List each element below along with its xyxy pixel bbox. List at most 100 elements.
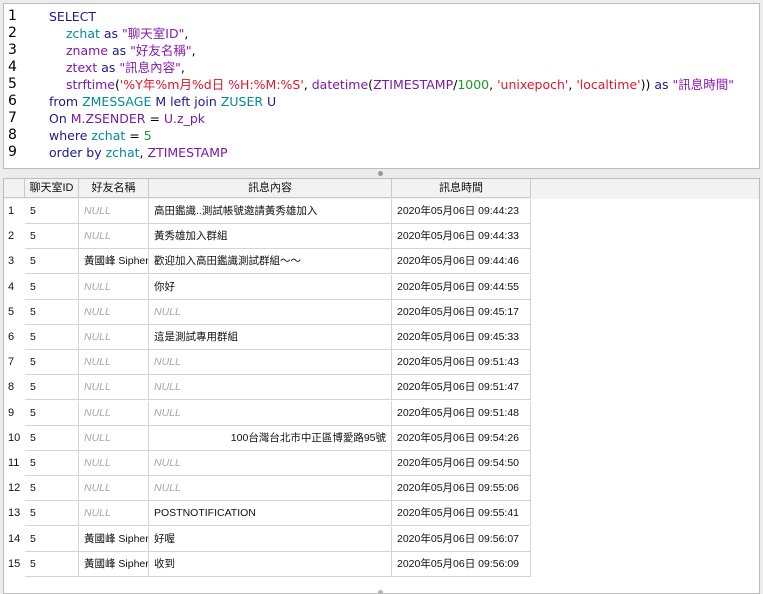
sql-token: zchat bbox=[66, 26, 100, 41]
sql-token: ZTIMESTAMP bbox=[147, 145, 228, 160]
cell-message-text[interactable]: NULL bbox=[149, 375, 392, 400]
row-number: 13 bbox=[8, 507, 21, 519]
cell-message-time[interactable]: 2020年05月06日 09:54:50 bbox=[392, 451, 531, 476]
cell-message-time[interactable]: 2020年05月06日 09:56:07 bbox=[392, 527, 531, 552]
result-grid[interactable]: 聊天室ID 好友名稱 訊息內容 訊息時間 1 5 NULL 高田鑑識..測試帳號邀請黃… bbox=[3, 178, 760, 594]
cell-friend-name[interactable]: NULL bbox=[79, 300, 149, 325]
sql-token: 1000 bbox=[457, 77, 490, 92]
cell-friend-name[interactable]: NULL bbox=[79, 350, 149, 375]
cell-message-text[interactable]: NULL bbox=[149, 451, 392, 476]
row-number: 5 bbox=[8, 306, 15, 318]
cell-friend-name[interactable]: 黃國峰 Sipher bbox=[79, 552, 149, 577]
sql-token: , bbox=[184, 26, 189, 41]
row-number: 11 bbox=[8, 457, 20, 469]
sql-token: '%Y年%m月%d日 %H:%M:%S' bbox=[119, 77, 304, 92]
row-number: 10 bbox=[8, 432, 21, 444]
cell-chat-id[interactable]: 5 bbox=[25, 199, 79, 224]
row-number: 12 bbox=[8, 482, 21, 494]
column-header-message-time[interactable]: 訊息時間 bbox=[392, 179, 531, 198]
cell-friend-name[interactable]: NULL bbox=[79, 451, 149, 476]
cell-friend-name[interactable]: NULL bbox=[79, 401, 149, 426]
cell-message-time[interactable]: 2020年05月06日 09:51:47 bbox=[392, 375, 531, 400]
cell-message-time[interactable]: 2020年05月06日 09:55:41 bbox=[392, 501, 531, 526]
cell-message-time[interactable]: 2020年05月06日 09:54:26 bbox=[392, 426, 531, 451]
cell-message-text[interactable]: POSTNOTIFICATION bbox=[149, 501, 392, 526]
sql-token: , bbox=[191, 43, 196, 58]
sql-code-line: from ZMESSAGE M left join ZUSER U bbox=[49, 93, 276, 110]
sql-token: SELECT bbox=[49, 9, 97, 24]
sql-token: datetime bbox=[311, 77, 369, 92]
cell-friend-name[interactable]: NULL bbox=[79, 426, 149, 451]
column-header-chat-id[interactable]: 聊天室ID bbox=[25, 179, 79, 198]
sql-token: as bbox=[99, 26, 123, 41]
cell-friend-name[interactable]: NULL bbox=[79, 275, 149, 300]
cell-chat-id[interactable]: 5 bbox=[25, 350, 79, 375]
sql-token: U.z_pk bbox=[163, 111, 205, 126]
cell-message-text[interactable]: NULL bbox=[149, 300, 392, 325]
cell-friend-name[interactable]: 黃國峰 Sipher bbox=[79, 527, 149, 552]
cell-chat-id[interactable]: 5 bbox=[25, 325, 79, 350]
line-number: 1 bbox=[8, 8, 17, 24]
bottom-splitter-handle-icon[interactable] bbox=[378, 590, 383, 594]
cell-message-text[interactable]: 好喔 bbox=[149, 527, 392, 552]
line-number-gutter: 123456789 bbox=[4, 4, 44, 168]
cell-message-time[interactable]: 2020年05月06日 09:44:23 bbox=[392, 199, 531, 224]
cell-chat-id[interactable]: 5 bbox=[25, 552, 79, 577]
cell-message-text[interactable]: 黃秀雄加入群組 bbox=[149, 224, 392, 249]
row-number: 6 bbox=[8, 331, 15, 343]
cell-chat-id[interactable]: 5 bbox=[25, 375, 79, 400]
cell-message-text[interactable]: 100台灣台北市中正區博愛路95號 bbox=[149, 426, 392, 451]
cell-message-time[interactable]: 2020年05月06日 09:44:33 bbox=[392, 224, 531, 249]
cell-chat-id[interactable]: 5 bbox=[25, 249, 79, 274]
cell-message-time[interactable]: 2020年05月06日 09:56:09 bbox=[392, 552, 531, 577]
cell-message-text[interactable]: 你好 bbox=[149, 275, 392, 300]
row-number: 9 bbox=[8, 407, 15, 419]
cell-chat-id[interactable]: 5 bbox=[25, 224, 79, 249]
cell-chat-id[interactable]: 5 bbox=[25, 501, 79, 526]
line-number: 9 bbox=[8, 144, 17, 160]
cell-chat-id[interactable]: 5 bbox=[25, 426, 79, 451]
cell-friend-name[interactable]: NULL bbox=[79, 199, 149, 224]
sql-code-line: zname as "好友名稱", bbox=[49, 42, 196, 59]
cell-message-time[interactable]: 2020年05月06日 09:55:06 bbox=[392, 476, 531, 501]
sql-editor[interactable]: 123456789 SELECT zchat as "聊天室ID", zname a… bbox=[3, 3, 760, 169]
cell-message-text[interactable]: 收到 bbox=[149, 552, 392, 577]
cell-chat-id[interactable]: 5 bbox=[25, 527, 79, 552]
cell-message-time[interactable]: 2020年05月06日 09:51:43 bbox=[392, 350, 531, 375]
cell-message-text[interactable]: 這是測試專用群組 bbox=[149, 325, 392, 350]
cell-friend-name[interactable]: NULL bbox=[79, 224, 149, 249]
row-number: 15 bbox=[8, 558, 21, 570]
cell-message-time[interactable]: 2020年05月06日 09:45:33 bbox=[392, 325, 531, 350]
cell-chat-id[interactable]: 5 bbox=[25, 275, 79, 300]
column-header-message-text[interactable]: 訊息內容 bbox=[149, 179, 392, 198]
cell-message-text[interactable]: 歡迎加入高田鑑識測試群組～～ bbox=[149, 249, 392, 274]
sql-token: 5 bbox=[143, 128, 152, 143]
cell-friend-name[interactable]: NULL bbox=[79, 501, 149, 526]
cell-message-text[interactable]: NULL bbox=[149, 476, 392, 501]
sql-token: as bbox=[108, 43, 131, 58]
cell-chat-id[interactable]: 5 bbox=[25, 401, 79, 426]
sql-token: , bbox=[303, 77, 312, 92]
cell-chat-id[interactable]: 5 bbox=[25, 476, 79, 501]
cell-message-time[interactable]: 2020年05月06日 09:51:48 bbox=[392, 401, 531, 426]
cell-friend-name[interactable]: NULL bbox=[79, 325, 149, 350]
column-header-friend-name[interactable]: 好友名稱 bbox=[79, 179, 149, 198]
sql-token: ZUSER bbox=[220, 94, 264, 109]
cell-chat-id[interactable]: 5 bbox=[25, 451, 79, 476]
sql-token: where bbox=[49, 128, 92, 143]
cell-message-time[interactable]: 2020年05月06日 09:44:55 bbox=[392, 275, 531, 300]
line-number: 3 bbox=[8, 42, 17, 58]
cell-friend-name[interactable]: NULL bbox=[79, 476, 149, 501]
cell-friend-name[interactable]: 黃國峰 Sipher bbox=[79, 249, 149, 274]
pane-splitter[interactable] bbox=[0, 169, 763, 178]
sql-token: "訊息內容" bbox=[119, 60, 181, 75]
splitter-handle-icon[interactable] bbox=[378, 171, 383, 176]
cell-message-text[interactable]: NULL bbox=[149, 401, 392, 426]
cell-message-text[interactable]: NULL bbox=[149, 350, 392, 375]
cell-friend-name[interactable]: NULL bbox=[79, 375, 149, 400]
sql-token: left join bbox=[170, 94, 221, 109]
cell-message-time[interactable]: 2020年05月06日 09:45:17 bbox=[392, 300, 531, 325]
cell-chat-id[interactable]: 5 bbox=[25, 300, 79, 325]
cell-message-text[interactable]: 高田鑑識..測試帳號邀請黃秀雄加入 bbox=[149, 199, 392, 224]
cell-message-time[interactable]: 2020年05月06日 09:44:46 bbox=[392, 249, 531, 274]
